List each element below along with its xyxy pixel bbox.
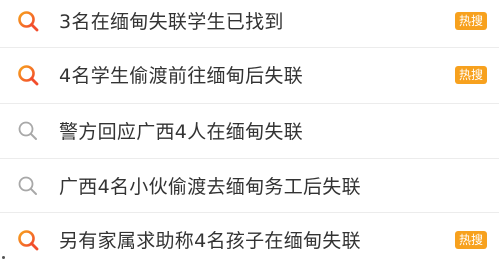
- search-item-label: 警方回应广西4人在缅甸失联: [59, 121, 303, 143]
- hot-search-icon: [17, 229, 39, 251]
- search-item-label: 4名学生偷渡前往缅甸后失联: [59, 65, 303, 87]
- hot-badge: 热搜: [455, 11, 488, 30]
- search-item-2[interactable]: 4名学生偷渡前往缅甸后失联 热搜: [0, 48, 499, 101]
- hot-search-list: 3名在缅甸失联学生已找到 热搜 4名学生偷渡前往缅甸后失联 热搜 警方回应广西4…: [0, 0, 499, 267]
- search-icon: [17, 120, 39, 142]
- search-icon: [17, 175, 39, 197]
- search-item-5[interactable]: 另有家属求助称4名孩子在缅甸失联 热搜: [0, 213, 499, 266]
- search-item-3[interactable]: 警方回应广西4人在缅甸失联: [0, 104, 499, 157]
- search-item-label: 广西4名小伙偷渡去缅甸务工后失联: [59, 176, 361, 198]
- search-item-4[interactable]: 广西4名小伙偷渡去缅甸务工后失联: [0, 159, 499, 212]
- search-item-label: 3名在缅甸失联学生已找到: [59, 11, 284, 33]
- hot-badge: 热搜: [455, 65, 488, 84]
- search-item-label: 另有家属求助称4名孩子在缅甸失联: [59, 230, 361, 252]
- hot-badge: 热搜: [455, 230, 488, 249]
- hot-search-icon: [17, 10, 39, 32]
- edge-dot: [2, 256, 5, 259]
- hot-search-icon: [17, 64, 39, 86]
- search-item-1[interactable]: 3名在缅甸失联学生已找到 热搜: [0, 0, 499, 47]
